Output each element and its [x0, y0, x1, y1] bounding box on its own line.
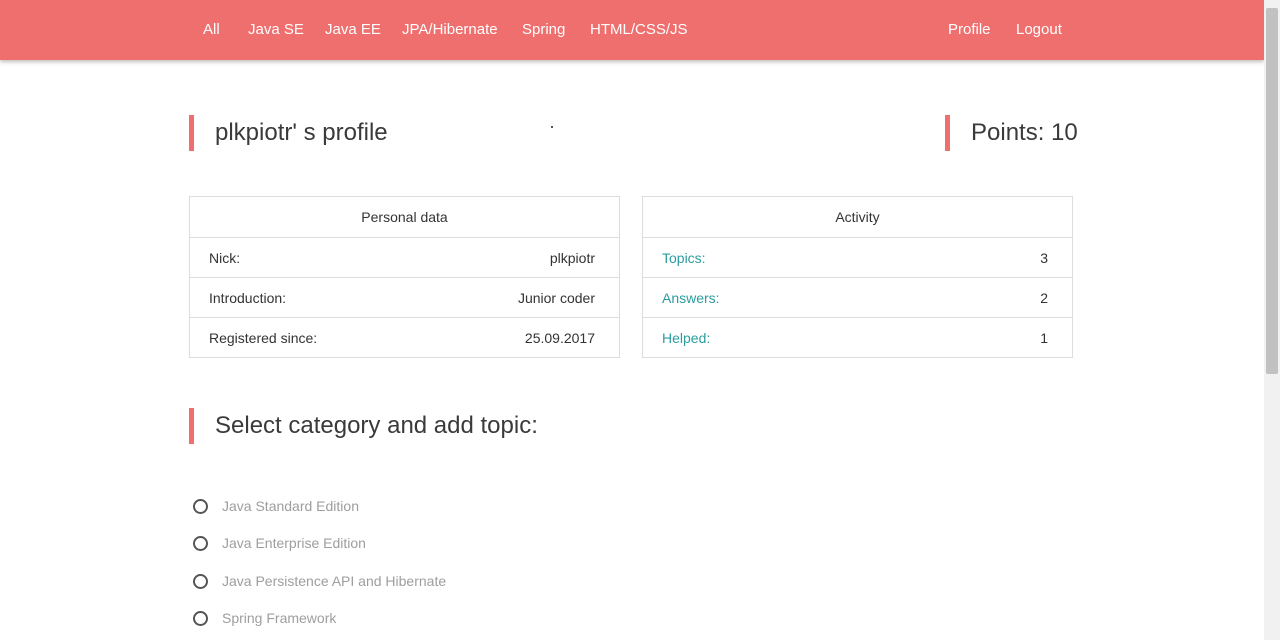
personal-row-introduction: Introduction: Junior coder: [190, 277, 619, 317]
activity-header: Activity: [835, 209, 880, 225]
helped-link[interactable]: Helped:: [662, 318, 710, 358]
personal-data-header: Personal data: [361, 209, 448, 225]
activity-row-topics: Topics: 3: [643, 237, 1072, 277]
registered-value: 25.09.2017: [524, 330, 595, 346]
introduction-label: Introduction:: [209, 290, 287, 306]
top-navbar: All Java SE Java EE JPA/Hibernate Spring…: [0, 0, 1264, 60]
helped-count: 1: [1040, 330, 1048, 346]
nav-profile-link[interactable]: Profile: [948, 20, 991, 40]
nav-html-css-js-link[interactable]: HTML/CSS/JS: [590, 20, 688, 40]
nav-all-link[interactable]: All: [203, 20, 220, 40]
radio-button[interactable]: [193, 536, 208, 551]
personal-row-registered: Registered since: 25.09.2017: [190, 317, 619, 357]
radio-button[interactable]: [193, 611, 208, 626]
points-display: Points: 10: [945, 115, 1078, 151]
answers-count: 2: [1040, 290, 1048, 306]
nav-logout-link[interactable]: Logout: [1016, 20, 1062, 40]
stray-dot: [551, 126, 553, 128]
answers-link[interactable]: Answers:: [662, 278, 720, 318]
radio-label[interactable]: Java Enterprise Edition: [222, 533, 366, 553]
nav-java-ee-link[interactable]: Java EE: [325, 20, 381, 40]
personal-row-nick: Nick: plkpiotr: [190, 237, 619, 277]
registered-label: Registered since:: [209, 330, 318, 346]
nick-label: Nick:: [209, 250, 241, 266]
radio-label[interactable]: Spring Framework: [222, 608, 336, 628]
nav-spring-link[interactable]: Spring: [522, 20, 565, 40]
introduction-value: Junior coder: [517, 290, 595, 306]
profile-title: plkpiotr' s profile: [189, 115, 388, 151]
nav-jpa-hibernate-link[interactable]: JPA/Hibernate: [402, 20, 498, 40]
activity-panel: Activity Topics: 3 Answers: 2 Helped: 1: [642, 196, 1073, 358]
personal-data-panel: Personal data Nick: plkpiotr Introductio…: [189, 196, 620, 358]
page-scrollbar[interactable]: [1264, 0, 1280, 640]
activity-row-helped: Helped: 1: [643, 317, 1072, 357]
nick-value: plkpiotr: [549, 250, 595, 266]
topics-link[interactable]: Topics:: [662, 238, 706, 278]
radio-button[interactable]: [193, 499, 208, 514]
radio-button[interactable]: [193, 574, 208, 589]
topics-count: 3: [1040, 250, 1048, 266]
activity-row-answers: Answers: 2: [643, 277, 1072, 317]
scrollbar-thumb[interactable]: [1266, 8, 1278, 374]
category-heading: Select category and add topic:: [189, 408, 538, 444]
radio-label[interactable]: Java Standard Edition: [222, 496, 359, 516]
nav-java-se-link[interactable]: Java SE: [248, 20, 304, 40]
radio-label[interactable]: Java Persistence API and Hibernate: [222, 571, 446, 591]
